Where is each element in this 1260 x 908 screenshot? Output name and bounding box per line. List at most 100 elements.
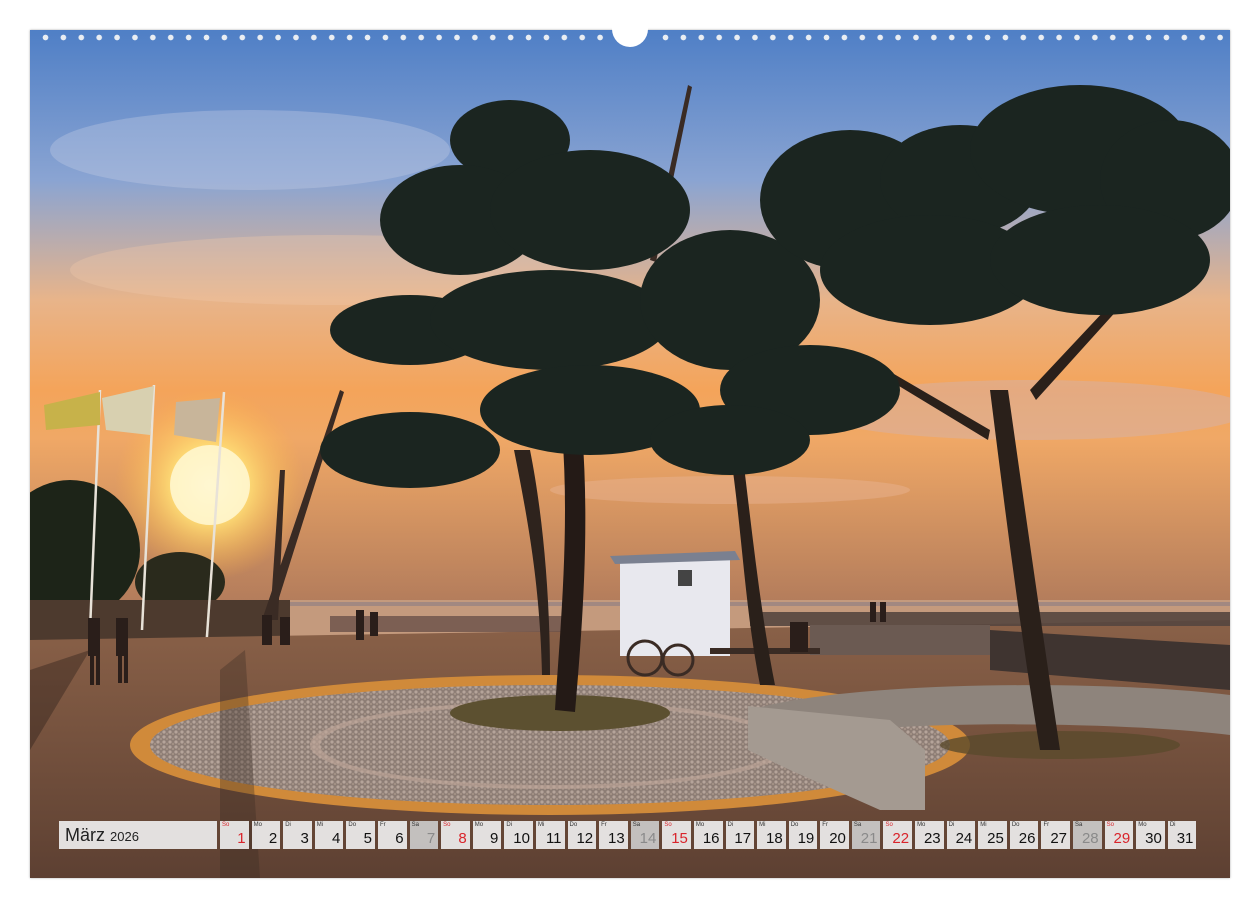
day-cell: Do 26 xyxy=(1009,821,1039,849)
day-cell: Fr 27 xyxy=(1041,821,1071,849)
day-number: 19 xyxy=(797,830,815,847)
day-number: 11 xyxy=(545,830,562,847)
weekday-label: Di xyxy=(1169,822,1176,828)
day-cell: Mo 30 xyxy=(1136,821,1165,849)
day-number: 1 xyxy=(237,830,246,847)
month-name: März xyxy=(65,824,105,845)
day-cell: So 22 xyxy=(883,821,913,849)
day-number: 13 xyxy=(608,830,625,847)
day-number: 4 xyxy=(332,830,341,847)
day-number: 23 xyxy=(923,830,941,847)
day-cell: Mi 25 xyxy=(978,821,1007,849)
day-cell: So 1 xyxy=(220,821,249,849)
calendar-strip: März 2026 So 1 Mo 2 Di 3 Mi 4 Do 5 Fr 6 Sa 7 So 8 Mo 9 Di 1… xyxy=(59,821,1197,849)
weekday-label: Fr xyxy=(1043,822,1050,828)
day-cell: Di 24 xyxy=(946,821,976,849)
weekday-label: Mo xyxy=(917,822,926,828)
weekday-label: Mo xyxy=(253,822,262,828)
weekday-label: Mi xyxy=(759,822,766,828)
day-number: 22 xyxy=(892,830,910,847)
day-cell: Di 10 xyxy=(504,821,533,849)
binding-holes-right xyxy=(662,34,1227,41)
day-number: 28 xyxy=(1081,830,1099,847)
weekday-label: Di xyxy=(727,822,734,828)
weekday-label: Do xyxy=(1011,822,1020,828)
day-number: 26 xyxy=(1018,830,1036,847)
weekday-label: Mo xyxy=(474,822,484,828)
day-number: 18 xyxy=(766,830,783,847)
month-year: 2026 xyxy=(110,829,139,844)
weekday-label: Mi xyxy=(537,822,545,828)
day-number: 14 xyxy=(639,830,657,847)
day-cell: So 29 xyxy=(1104,821,1134,849)
weekday-label: Mo xyxy=(1138,822,1147,828)
day-cell: Sa 21 xyxy=(851,821,881,849)
weekday-label: So xyxy=(222,822,230,828)
day-number: 25 xyxy=(987,830,1004,847)
day-number: 30 xyxy=(1145,830,1162,847)
day-number: 31 xyxy=(1176,830,1194,847)
day-cell: Di 31 xyxy=(1167,821,1197,849)
weekday-label: Di xyxy=(506,822,513,828)
weekday-label: So xyxy=(1106,822,1114,828)
day-cell: So 8 xyxy=(441,821,470,849)
day-cell: Do 5 xyxy=(346,821,375,849)
day-number: 21 xyxy=(860,830,878,847)
day-cell: Fr 6 xyxy=(377,821,407,849)
day-cell: Mi 4 xyxy=(314,821,344,849)
day-number: 24 xyxy=(955,830,973,847)
day-number: 2 xyxy=(268,830,278,847)
day-number: 16 xyxy=(702,830,720,847)
calendar-page: März 2026 So 1 Mo 2 Di 3 Mi 4 Do 5 Fr 6 Sa 7 So 8 Mo 9 Di 1… xyxy=(0,0,1260,908)
weekday-label: Sa xyxy=(1075,822,1083,828)
day-number: 17 xyxy=(734,830,752,847)
weekday-label: Mi xyxy=(980,822,987,828)
day-number: 8 xyxy=(458,830,467,847)
month-label: März 2026 xyxy=(59,821,217,849)
day-number: 10 xyxy=(513,830,530,847)
day-cell: Mo 16 xyxy=(693,821,723,849)
day-cell: Do 19 xyxy=(788,821,818,849)
weekday-label: Do xyxy=(790,822,799,828)
day-cell: Di 3 xyxy=(283,821,312,849)
day-number: 7 xyxy=(426,830,436,847)
day-cell: Fr 13 xyxy=(599,821,628,849)
weekday-label: Fr xyxy=(379,822,386,828)
weekday-label: So xyxy=(664,822,672,828)
day-cell: Mo 9 xyxy=(472,821,502,849)
weekday-label: So xyxy=(443,822,451,828)
weekday-label: Sa xyxy=(411,822,419,828)
day-number: 9 xyxy=(490,830,499,847)
weekday-label: Sa xyxy=(632,822,641,828)
day-cell: Mi 11 xyxy=(535,821,565,849)
day-cell: Sa 7 xyxy=(409,821,439,849)
weekday-label: Mo xyxy=(695,822,705,828)
weekday-label: Di xyxy=(948,822,955,828)
weekday-label: Mi xyxy=(316,822,324,828)
day-number: 5 xyxy=(363,830,372,847)
day-cell: Do 12 xyxy=(567,821,597,849)
day-cell: Di 17 xyxy=(725,821,755,849)
day-cell: So 15 xyxy=(662,821,691,849)
weekday-label: Do xyxy=(569,822,578,828)
day-number: 3 xyxy=(300,830,309,847)
wire-binding xyxy=(30,25,1230,47)
day-number: 12 xyxy=(576,830,594,847)
day-cell: Mo 23 xyxy=(915,821,944,849)
day-number: 27 xyxy=(1050,830,1068,847)
day-cell: Sa 28 xyxy=(1073,821,1102,849)
day-cell: Mo 2 xyxy=(251,821,281,849)
weekday-label: Do xyxy=(348,822,357,828)
weekday-label: Fr xyxy=(601,822,607,828)
day-number: 15 xyxy=(671,830,688,847)
weekday-label: Di xyxy=(285,822,291,828)
weekday-label: Sa xyxy=(853,822,862,828)
day-cell: Fr 20 xyxy=(820,821,849,849)
day-cell: Mi 18 xyxy=(757,821,786,849)
day-number: 29 xyxy=(1113,830,1131,847)
day-number: 6 xyxy=(395,830,404,847)
calendar-photo xyxy=(30,30,1230,878)
weekday-label: Fr xyxy=(822,822,828,828)
binding-holes-left xyxy=(42,34,627,41)
day-number: 20 xyxy=(829,830,846,847)
